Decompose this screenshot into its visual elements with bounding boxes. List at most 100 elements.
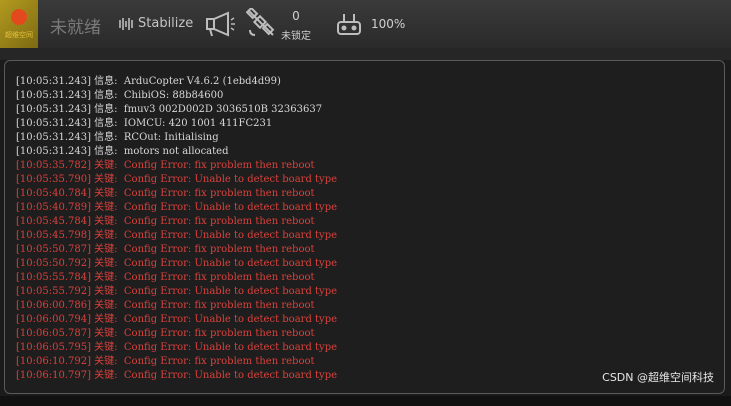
log-line: [10:06:10.792] 关键: Config Error: fix pro… [16,355,337,369]
log-level: 信息: [94,118,118,129]
log-message: Config Error: fix problem then reboot [123,356,315,367]
log-timestamp: [10:05:55.784] [16,272,91,283]
log-message: Config Error: Unable to detect board typ… [123,286,338,297]
log-timestamp: [10:05:35.790] [16,174,91,185]
log-level: 关键: [94,216,118,227]
log-message: ChibiOS: 88b84600 [123,90,224,101]
waveform-icon [118,16,134,36]
log-line: [10:06:05.795] 关键: Config Error: Unable … [16,341,337,355]
arming-status[interactable]: 未就绪 [50,13,101,38]
log-line: [10:06:00.794] 关键: Config Error: Unable … [16,313,337,327]
log-line: [10:05:50.792] 关键: Config Error: Unable … [16,257,337,271]
log-message: Config Error: fix problem then reboot [123,188,315,199]
log-message: Config Error: Unable to detect board typ… [123,370,338,381]
log-level: 关键: [94,160,118,171]
log-line: [10:05:31.243] 信息: ChibiOS: 88b84600 [16,89,337,103]
log-line: [10:05:50.787] 关键: Config Error: fix pro… [16,243,337,257]
log-message: RCOut: Initialising [123,132,219,143]
log-level: 关键: [94,230,118,241]
log-level: 关键: [94,286,118,297]
satellite-icon[interactable] [245,6,276,42]
log-message: Config Error: fix problem then reboot [123,160,315,171]
log-message: Config Error: fix problem then reboot [123,272,315,283]
log-level: 信息: [94,132,118,143]
log-timestamp: [10:05:40.784] [16,188,91,199]
log-message: Config Error: fix problem then reboot [123,300,315,311]
log-timestamp: [10:05:55.792] [16,286,91,297]
log-timestamp: [10:05:50.787] [16,244,91,255]
rc-transmitter-icon[interactable] [336,12,362,40]
log-level: 关键: [94,202,118,213]
log-level: 关键: [94,272,118,283]
log-message: Config Error: Unable to detect board typ… [123,342,338,353]
log-line: [10:05:55.792] 关键: Config Error: Unable … [16,285,337,299]
message-console[interactable]: [10:05:31.243] 信息: ArduCopter V4.6.2 (1e… [4,60,725,394]
log-message: Config Error: fix problem then reboot [123,328,315,339]
log-level: 信息: [94,76,118,87]
log-level: 关键: [94,244,118,255]
log-timestamp: [10:06:10.792] [16,356,91,367]
flight-mode[interactable]: Stabilize [138,16,193,31]
log-line: [10:05:31.243] 信息: IOMCU: 420 1001 411FC… [16,117,337,131]
logo-mark-icon [11,9,27,25]
log-message: Config Error: Unable to detect board typ… [123,314,338,325]
log-level: 关键: [94,328,118,339]
log-line: [10:06:10.797] 关键: Config Error: Unable … [16,369,337,383]
log-line: [10:05:40.789] 关键: Config Error: Unable … [16,201,337,215]
log-timestamp: [10:05:40.789] [16,202,91,213]
log-line: [10:05:45.784] 关键: Config Error: fix pro… [16,215,337,229]
log-line: [10:05:40.784] 关键: Config Error: fix pro… [16,187,337,201]
watermark: CSDN @超维空间科技 [602,371,714,384]
log-level: 关键: [94,300,118,311]
log-message: Config Error: Unable to detect board typ… [123,258,338,269]
gps-lock-status: 未锁定 [281,31,311,42]
log-level: 关键: [94,188,118,199]
log-timestamp: [10:06:05.787] [16,328,91,339]
toolbar-separator [0,48,731,60]
rc-signal-strength: 100% [371,17,406,31]
log-message: IOMCU: 420 1001 411FC231 [123,118,273,129]
logo-text: 超维空间 [5,31,33,39]
log-line: [10:06:00.786] 关键: Config Error: fix pro… [16,299,337,313]
log-timestamp: [10:05:45.798] [16,230,91,241]
log-timestamp: [10:05:31.243] [16,104,91,115]
gps-satellite-count: 0 [292,9,300,23]
log-message: motors not allocated [123,146,229,157]
log-timestamp: [10:05:31.243] [16,118,91,129]
log-line: [10:05:45.798] 关键: Config Error: Unable … [16,229,337,243]
log-line: [10:05:31.243] 信息: ArduCopter V4.6.2 (1e… [16,75,337,89]
bottom-bar [0,396,731,406]
log-timestamp: [10:06:05.795] [16,342,91,353]
top-toolbar: 超维空间 未就绪 Stabilize 0 未锁定 100% [0,0,731,48]
log-level: 关键: [94,314,118,325]
log-level: 信息: [94,90,118,101]
log-level: 信息: [94,104,118,115]
log-line: [10:05:31.243] 信息: RCOut: Initialising [16,131,337,145]
log-line: [10:05:31.243] 信息: motors not allocated [16,145,337,159]
log-timestamp: [10:05:31.243] [16,132,91,143]
log-level: 关键: [94,174,118,185]
log-message: fmuv3 002D002D 3036510B 32363637 [123,104,323,115]
log-line: [10:05:31.243] 信息: fmuv3 002D002D 303651… [16,103,337,117]
log-line: [10:05:55.784] 关键: Config Error: fix pro… [16,271,337,285]
log-timestamp: [10:05:45.784] [16,216,91,227]
log-timestamp: [10:05:31.243] [16,90,91,101]
log-level: 信息: [94,146,118,157]
log-level: 关键: [94,356,118,367]
megaphone-icon[interactable] [204,10,236,42]
log-timestamp: [10:06:00.786] [16,300,91,311]
log-line: [10:06:05.787] 关键: Config Error: fix pro… [16,327,337,341]
log-timestamp: [10:05:35.782] [16,160,91,171]
log-timestamp: [10:05:31.243] [16,76,91,87]
log-level: 关键: [94,370,118,381]
log-message: Config Error: fix problem then reboot [123,244,315,255]
log-message: Config Error: Unable to detect board typ… [123,174,338,185]
log-message: Config Error: fix problem then reboot [123,216,315,227]
log-message: Config Error: Unable to detect board typ… [123,230,338,241]
log-message: ArduCopter V4.6.2 (1ebd4d99) [123,76,281,87]
message-log: [10:05:31.243] 信息: ArduCopter V4.6.2 (1e… [16,75,337,383]
log-timestamp: [10:06:00.794] [16,314,91,325]
log-level: 关键: [94,342,118,353]
log-line: [10:05:35.782] 关键: Config Error: fix pro… [16,159,337,173]
app-logo[interactable]: 超维空间 [0,0,38,48]
